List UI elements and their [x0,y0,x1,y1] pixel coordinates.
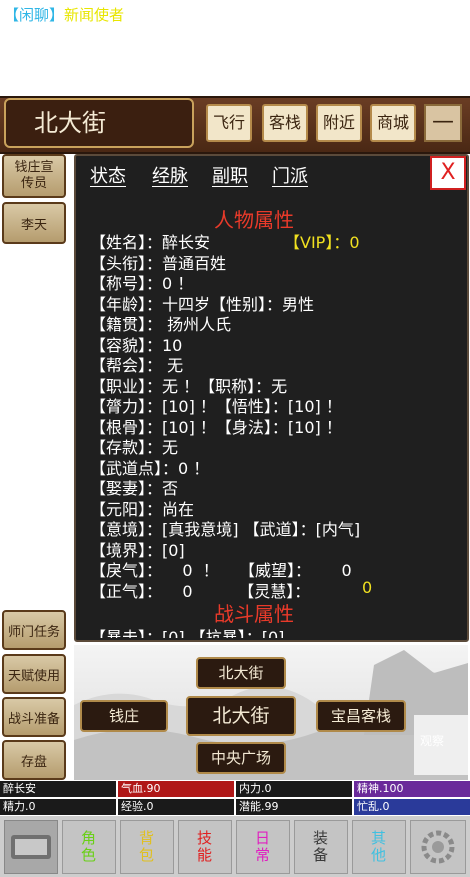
nav-bag-label: 背包 [139,829,155,864]
shop-button[interactable]: 商城 [370,104,416,142]
exit-north-button[interactable]: 北大街 [196,657,286,689]
close-button[interactable]: X [430,156,466,190]
exit-south-button[interactable]: 中央广场 [196,742,286,774]
chat-line: 【闲聊】新闻使者 [4,4,124,25]
nav-equipment-button[interactable]: 装备 [294,820,348,874]
nav-other-label: 其他 [371,829,387,864]
location-title: 北大街 [4,98,194,148]
nav-character-button[interactable]: 角色 [62,820,116,874]
exit-east-button[interactable]: 宝昌客栈 [316,700,406,732]
hp-bar: 气血.90 [118,781,234,797]
talent-button[interactable]: 天赋使用 [2,654,66,694]
nav-bag-button[interactable]: 背包 [120,820,174,874]
chat-message[interactable]: 新闻使者 [64,6,124,24]
busy-bar: 忙乱.0 [354,799,470,815]
npc-li-tian[interactable]: 李天 [2,202,66,244]
menu-button[interactable]: — [424,104,462,142]
exp-bar: 经验.0 [118,799,234,815]
spirit-bar: 精神.100 [354,781,470,797]
section-title-attributes: 人物属性 [214,208,294,232]
chat-toggle-icon[interactable] [4,820,58,874]
nav-daily-button[interactable]: 日常 [236,820,290,874]
nav-other-button[interactable]: 其他 [352,820,406,874]
mp-bar: 内力.0 [236,781,352,797]
chat-channel-tag: 【闲聊】 [4,6,65,24]
nav-skills-button[interactable]: 技能 [178,820,232,874]
nearby-button[interactable]: 附近 [316,104,362,142]
vip-label: 【VIP】：0 [284,233,360,252]
wisdom-value: 0 [362,578,373,597]
nav-character-label: 角色 [81,829,97,864]
tab-sect[interactable]: 门派 [272,162,308,188]
nav-daily-label: 日常 [255,829,271,864]
save-button[interactable]: 存盘 [2,740,66,780]
inn-button[interactable]: 客栈 [262,104,308,142]
combat-row: 【暴击】：[0] 【抗暴】：[0] [90,628,285,638]
watch-button[interactable]: 观察 [420,732,444,749]
tab-meridians[interactable]: 经脉 [152,162,188,188]
nav-skills-label: 技能 [197,829,213,864]
combat-rows-clip: 【暴击】：[0] 【抗暴】：[0] [76,624,466,638]
settings-gear-icon[interactable] [410,820,466,874]
player-name-bar: 醉长安 [0,781,116,797]
npc-bank-promoter[interactable]: 钱庄宣传员 [2,154,66,198]
exit-west-button[interactable]: 钱庄 [80,700,168,732]
tab-sub-job[interactable]: 副职 [212,162,248,188]
potential-bar: 潜能.99 [236,799,352,815]
energy-bar: 精力.0 [0,799,116,815]
fly-button[interactable]: 飞行 [206,104,252,142]
section-title-combat: 战斗属性 [214,602,294,626]
current-location-button[interactable]: 北大街 [186,696,296,736]
sect-quest-button[interactable]: 师门任务 [2,610,66,650]
battle-prep-button[interactable]: 战斗准备 [2,697,66,737]
tab-status[interactable]: 状态 [90,162,126,188]
nav-equipment-label: 装备 [313,829,329,864]
